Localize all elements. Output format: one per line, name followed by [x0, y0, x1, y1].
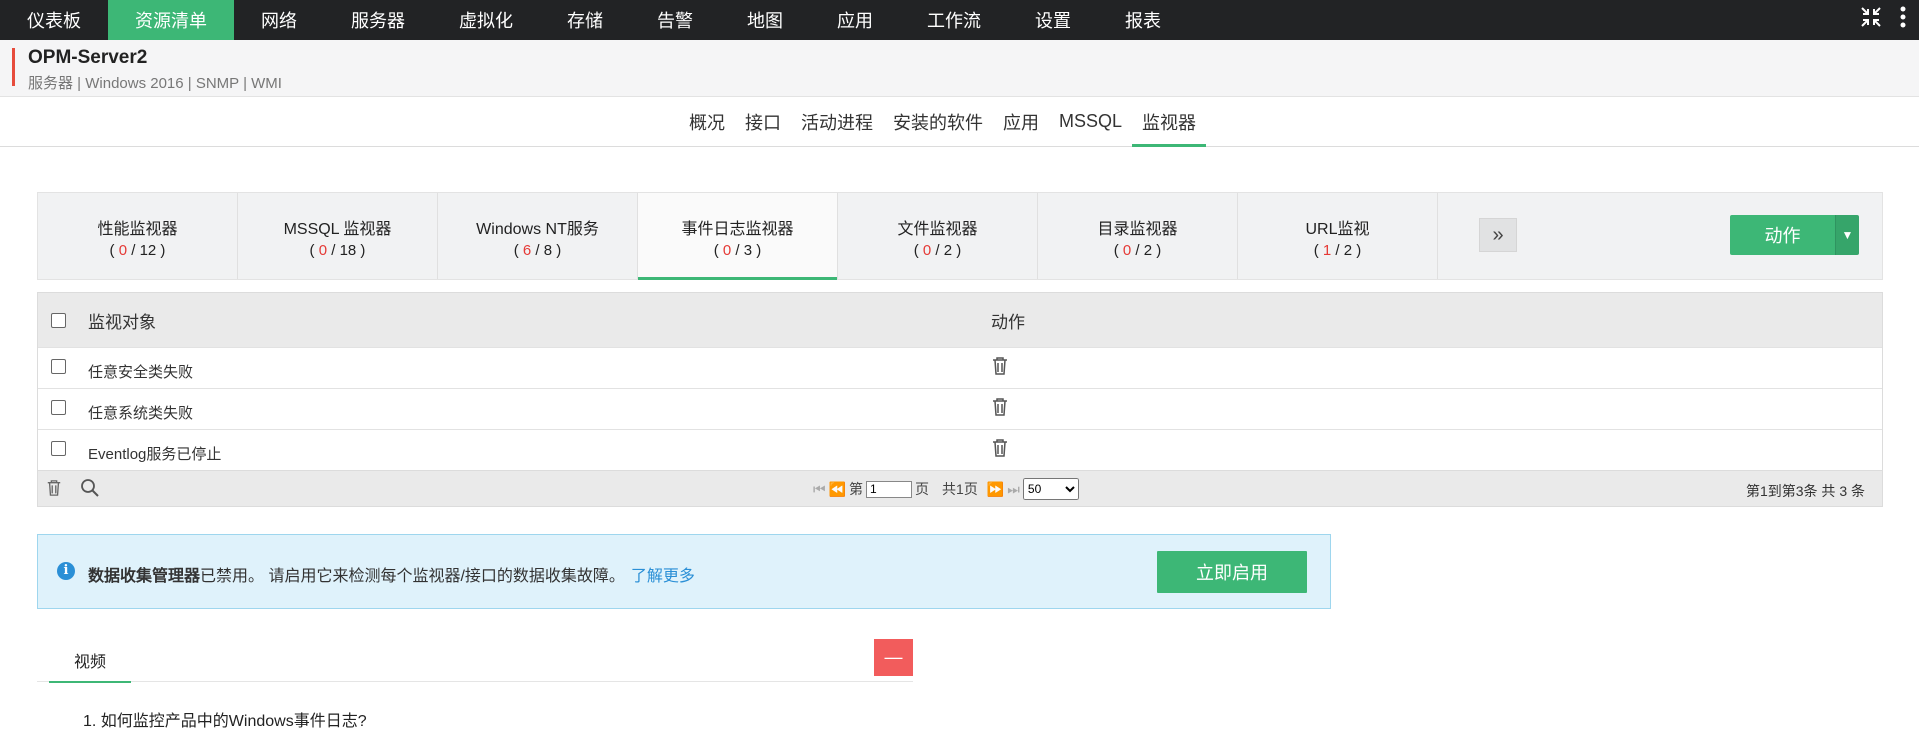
minus-icon: —: [884, 647, 903, 667]
monitor-tab-url[interactable]: URL监视 ( 1 / 2 ): [1238, 193, 1438, 279]
info-icon: i: [57, 562, 75, 580]
monitor-tab-count: ( 0 / 3 ): [713, 242, 762, 259]
action-button-group: 动作 ▼: [1730, 215, 1859, 255]
tab-overview[interactable]: 概况: [679, 97, 735, 146]
last-page-icon[interactable]: ⏭: [1007, 481, 1020, 498]
status-bar: [12, 48, 15, 86]
enable-now-button[interactable]: 立即启用: [1157, 551, 1307, 593]
monitor-tab-count: ( 6 / 8 ): [513, 242, 562, 259]
monitor-tab-label: URL监视: [1305, 221, 1370, 238]
nav-item-inventory[interactable]: 资源清单: [108, 0, 234, 40]
monitor-tab-label: 性能监视器: [97, 221, 178, 238]
monitor-tab-eventlog[interactable]: 事件日志监视器 ( 0 / 3 ): [638, 193, 838, 280]
monitor-table: 监视对象 动作 任意安全类失败 任意系统类失败 Eventlog服务已停止 ⏮ …: [37, 292, 1883, 507]
video-section: 视频 —: [37, 638, 913, 683]
page-prefix: 第: [849, 481, 864, 497]
more-tabs-button[interactable]: »: [1479, 218, 1517, 252]
column-header-action: 动作: [991, 312, 1025, 332]
nav-item-network[interactable]: 网络: [234, 0, 324, 40]
delete-icon[interactable]: [991, 356, 1011, 378]
info-bold: 数据收集管理器: [88, 568, 201, 585]
monitor-tab-mssql[interactable]: MSSQL 监视器 ( 0 / 18 ): [238, 193, 438, 279]
nav-item-storage[interactable]: 存储: [540, 0, 630, 40]
tab-interfaces[interactable]: 接口: [735, 97, 791, 146]
monitor-tab-nt-services[interactable]: Windows NT服务 ( 6 / 8 ): [438, 193, 638, 279]
table-row: 任意系统类失败: [38, 388, 1882, 429]
video-question-link[interactable]: 1. 如何监控产品中的Windows事件日志?: [83, 707, 367, 731]
learn-more-link[interactable]: 了解更多: [631, 568, 695, 585]
monitor-tab-count: ( 0 / 18 ): [309, 242, 366, 259]
monitor-tab-directory[interactable]: 目录监视器 ( 0 / 2 ): [1038, 193, 1238, 279]
prev-page-icon[interactable]: ⏪: [829, 481, 846, 498]
table-header: 监视对象 动作: [38, 293, 1882, 347]
row-checkbox[interactable]: [51, 359, 66, 374]
row-checkbox[interactable]: [51, 441, 66, 456]
more-vertical-icon[interactable]: [1887, 6, 1919, 34]
nav-item-apps[interactable]: 应用: [810, 0, 900, 40]
double-chevron-right-icon: »: [1492, 223, 1504, 246]
nav-item-workflow[interactable]: 工作流: [900, 0, 1008, 40]
action-button[interactable]: 动作: [1730, 215, 1835, 255]
nav-item-reports[interactable]: 报表: [1098, 0, 1188, 40]
monitor-tab-label: 事件日志监视器: [681, 221, 794, 238]
monitor-tab-count: ( 1 / 2 ): [1313, 242, 1362, 259]
first-page-icon[interactable]: ⏮: [813, 481, 826, 498]
tab-software[interactable]: 安装的软件: [883, 97, 993, 146]
collapse-button[interactable]: —: [874, 639, 913, 676]
monitor-tab-file[interactable]: 文件监视器 ( 0 / 2 ): [838, 193, 1038, 279]
table-row: 任意安全类失败: [38, 347, 1882, 388]
nav-item-alarms[interactable]: 告警: [630, 0, 720, 40]
page-suffix: 页: [915, 481, 930, 497]
select-all-checkbox[interactable]: [51, 312, 66, 328]
top-nav: 仪表板 资源清单 网络 服务器 虚拟化 存储 告警 地图 应用 工作流 设置 报…: [0, 0, 1919, 40]
nav-item-servers[interactable]: 服务器: [324, 0, 432, 40]
action-dropdown-toggle[interactable]: ▼: [1835, 215, 1859, 255]
table-footer: ⏮ ⏪ 第 页 共1页 ⏩ ⏭ 50 第1到第3条 共 3 条: [38, 470, 1882, 506]
monitor-tab-label: Windows NT服务: [476, 221, 599, 238]
next-page-icon[interactable]: ⏩: [987, 481, 1004, 498]
monitor-tab-label: MSSQL 监视器: [283, 221, 392, 238]
row-monitor-name: 任意系统类失败: [88, 405, 194, 422]
bulk-delete-icon[interactable]: [46, 478, 62, 501]
pagination: ⏮ ⏪ 第 页 共1页 ⏩ ⏭ 50: [813, 478, 1079, 500]
nav-item-settings[interactable]: 设置: [1008, 0, 1098, 40]
tab-video[interactable]: 视频: [49, 638, 131, 683]
delete-icon[interactable]: [991, 438, 1011, 460]
nav-right-tools: [1855, 0, 1919, 40]
nav-item-maps[interactable]: 地图: [720, 0, 810, 40]
device-name: OPM-Server2: [28, 47, 148, 68]
sub-tabs: 概况 接口 活动进程 安装的软件 应用 MSSQL 监视器: [0, 97, 1919, 147]
column-header-monitor: 监视对象: [88, 312, 156, 332]
info-message: 数据收集管理器已禁用。 请启用它来检测每个监视器/接口的数据收集故障。 了解更多: [88, 562, 695, 586]
table-row: Eventlog服务已停止: [38, 429, 1882, 470]
page-number-input[interactable]: [866, 480, 913, 498]
monitor-tabs-panel: 性能监视器 ( 0 / 12 ) MSSQL 监视器 ( 0 / 18 ) Wi…: [37, 192, 1883, 280]
tab-applications[interactable]: 应用: [993, 97, 1049, 146]
search-icon[interactable]: [80, 478, 100, 501]
monitor-tab-count: ( 0 / 12 ): [109, 242, 166, 259]
monitor-tab-label: 文件监视器: [897, 221, 978, 238]
monitor-tab-count: ( 0 / 2 ): [913, 242, 962, 259]
row-monitor-name: Eventlog服务已停止: [88, 446, 222, 463]
row-monitor-name: 任意安全类失败: [88, 364, 194, 381]
caret-down-icon: ▼: [1841, 228, 1854, 242]
device-meta: 服务器 | Windows 2016 | SNMP | WMI: [28, 75, 282, 92]
page-size-select[interactable]: 50: [1022, 478, 1079, 500]
nav-item-dashboard[interactable]: 仪表板: [0, 0, 108, 40]
monitor-tab-performance[interactable]: 性能监视器 ( 0 / 12 ): [38, 193, 238, 279]
tab-processes[interactable]: 活动进程: [791, 97, 883, 146]
monitor-tab-label: 目录监视器: [1097, 221, 1178, 238]
info-banner: i 数据收集管理器已禁用。 请启用它来检测每个监视器/接口的数据收集故障。 了解更…: [37, 534, 1331, 609]
device-header: OPM-Server2 服务器 | Windows 2016 | SNMP | …: [0, 40, 1919, 97]
info-text: 已禁用。 请启用它来检测每个监视器/接口的数据收集故障。: [200, 568, 625, 585]
collapse-icon[interactable]: [1855, 7, 1887, 33]
monitor-tab-count: ( 0 / 2 ): [1113, 242, 1162, 259]
record-summary: 第1到第3条 共 3 条: [1745, 483, 1865, 499]
tab-monitors[interactable]: 监视器: [1132, 97, 1207, 147]
row-checkbox[interactable]: [51, 400, 66, 415]
tab-mssql[interactable]: MSSQL: [1049, 97, 1132, 146]
delete-icon[interactable]: [991, 397, 1011, 419]
nav-item-virtualization[interactable]: 虚拟化: [432, 0, 540, 40]
total-pages: 共1页: [942, 481, 978, 497]
